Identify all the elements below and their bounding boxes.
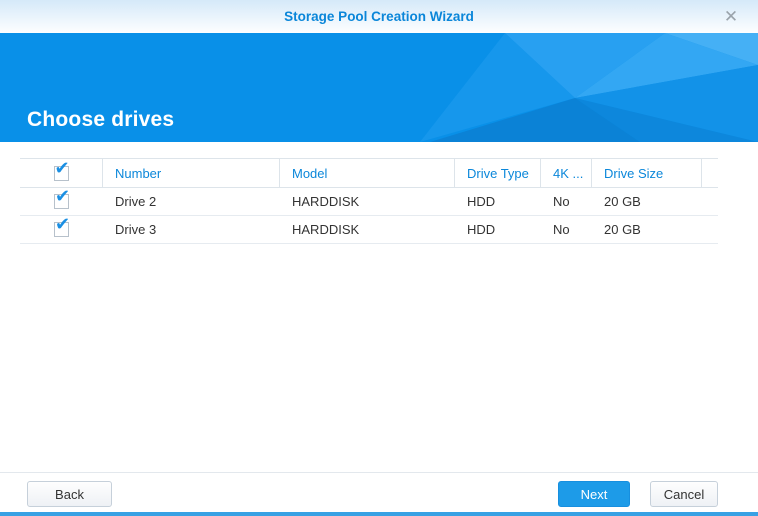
checkmark-icon: ✔ [55,216,71,234]
row-checkbox-cell: ✔ [20,188,103,215]
cell-filler [702,188,718,215]
cell-model: HARDDISK [292,194,360,209]
table-header-row: ✔ Number Model Drive Type 4K ... Drive S… [20,158,718,188]
cell-drive-type: HDD [467,194,496,209]
cancel-button[interactable]: Cancel [650,481,718,507]
row-checkbox-cell: ✔ [20,216,103,243]
select-all-checkbox[interactable]: ✔ [53,159,70,181]
cell-4k: No [553,194,570,209]
column-header-4k[interactable]: 4K ... [541,159,592,187]
checkmark-icon: ✔ [54,159,70,178]
cell-number: Drive 2 [115,194,157,209]
column-header-model[interactable]: Model [280,159,455,187]
cell-4k: No [553,222,570,237]
checkmark-icon: ✔ [55,188,71,206]
cell-drive-size: 20 GB [604,194,641,209]
table-row-drive-3[interactable]: ✔ Drive 3 HARDDISK HDD No 20 GB [20,216,718,244]
cell-filler [702,216,718,243]
column-header-drive-size[interactable]: Drive Size [592,159,702,187]
footer-divider [0,472,758,473]
page-title: Choose drives [27,108,175,131]
storage-pool-wizard-dialog: Storage Pool Creation Wizard ✕ Choose dr… [0,0,758,516]
column-header-number[interactable]: Number [103,159,280,187]
wizard-step-banner: Choose drives [0,33,758,142]
column-header-filler [702,159,718,187]
window-title: Storage Pool Creation Wizard [284,9,474,24]
drive-3-checkbox[interactable]: ✔ [54,216,70,237]
table-row-drive-2[interactable]: ✔ Drive 2 HARDDISK HDD No 20 GB [20,188,718,216]
cell-drive-size: 20 GB [604,222,641,237]
next-button[interactable]: Next [558,481,630,507]
cell-drive-type: HDD [467,222,496,237]
drive-table: ✔ Number Model Drive Type 4K ... Drive S… [20,158,718,244]
close-icon[interactable]: ✕ [720,6,742,28]
select-all-cell: ✔ [20,159,103,187]
drive-2-checkbox[interactable]: ✔ [54,188,70,209]
bottom-accent-strip [0,512,758,516]
column-header-drive-type[interactable]: Drive Type [455,159,541,187]
cell-model: HARDDISK [292,222,360,237]
titlebar: Storage Pool Creation Wizard ✕ [0,0,758,33]
back-button[interactable]: Back [27,481,112,507]
cell-number: Drive 3 [115,222,157,237]
